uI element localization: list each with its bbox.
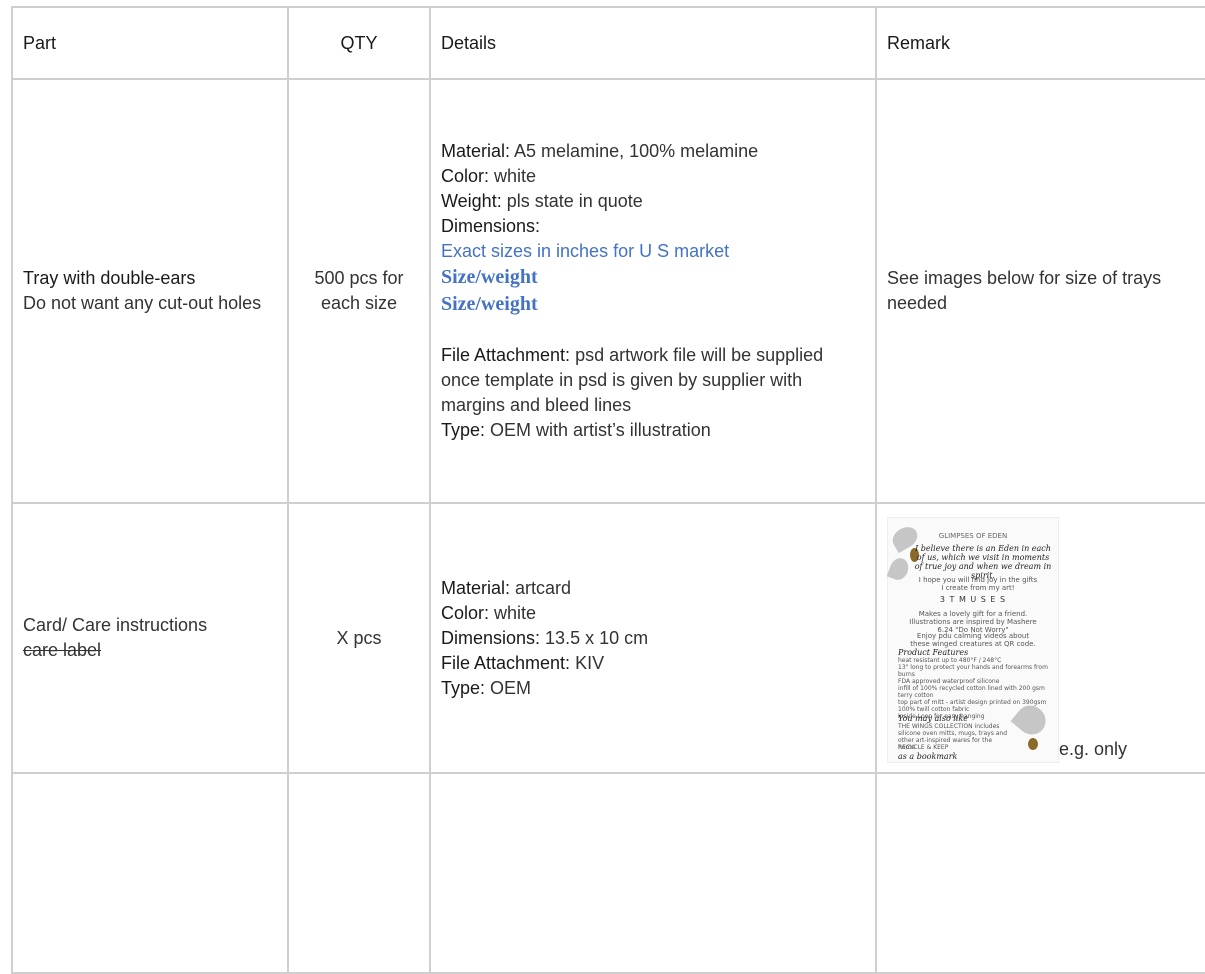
file-value: KIV <box>570 652 605 673</box>
header-qty: QTY <box>287 6 431 80</box>
type-label: Type: <box>441 677 486 698</box>
list-item: FDA approved waterproof silicone <box>898 677 1000 685</box>
list-item: infill of 100% recycled cotton lined wit… <box>898 684 1045 699</box>
type-value: OEM <box>485 677 532 698</box>
header-details: Details <box>429 6 877 80</box>
weight-label: Weight: <box>441 191 502 211</box>
card-also-like: You may also like <box>898 713 969 723</box>
leaf-decoration <box>886 555 912 582</box>
part-cell: Card/ Care instructions care label <box>11 502 289 774</box>
document-page: Part QTY Details Remark Tray with double… <box>0 0 1205 974</box>
card-video: Enjoy pdu calming videos about these win… <box>910 631 1036 648</box>
qty-cell: X pcs <box>287 502 431 774</box>
dimensions-value: 13.5 x 10 cm <box>540 627 649 648</box>
color-label: Color: <box>441 602 490 623</box>
card-quote: I believe there is an Eden in each of us… <box>914 543 1052 580</box>
qty-cell: 500 pcs for each size <box>287 78 431 504</box>
dimensions-label: Dimensions: <box>441 627 541 648</box>
type-label: Type: <box>441 420 486 440</box>
color-value: white <box>489 602 537 623</box>
header-part: Part <box>11 6 289 80</box>
file-label: File Attachment: <box>441 652 571 673</box>
care-card-image: GLIMPSES OF EDEN I believe there is an E… <box>886 516 1059 763</box>
empty-cell <box>11 772 289 974</box>
card-title: GLIMPSES OF EDEN <box>938 531 1008 540</box>
material-label: Material: <box>441 577 511 598</box>
size-weight-1: Size/weight <box>441 266 538 288</box>
card-brand: 3 T M U S E S <box>939 594 1007 604</box>
remark-cell: GLIMPSES OF EDEN I believe there is an E… <box>875 502 1205 774</box>
part-title: Tray with double-ears <box>23 268 196 288</box>
details-cell: Material: A5 melamine, 100% melamine Col… <box>429 78 877 504</box>
list-item: heat resistant up to 480°F / 248°C <box>898 656 1002 664</box>
empty-cell <box>429 772 877 974</box>
table-header-row: Part QTY Details Remark <box>11 6 1205 80</box>
table-row: Card/ Care instructions care label X pcs… <box>11 502 1205 774</box>
part-cell: Tray with double-ears Do not want any cu… <box>11 78 289 504</box>
part-title: Card/ Care instructions <box>23 615 208 635</box>
card-hope: I hope you will find joy in the gifts I … <box>918 575 1038 592</box>
part-strike: care label <box>23 640 102 660</box>
size-weight-2: Size/weight <box>441 293 538 315</box>
specification-table: Part QTY Details Remark Tray with double… <box>11 6 1205 974</box>
sizes-line: Exact sizes in inches for U S market <box>441 241 730 261</box>
weight-value: pls state in quote <box>501 191 643 211</box>
color-label: Color: <box>441 166 490 186</box>
empty-cell <box>287 772 431 974</box>
card-features-title: Product Features <box>898 647 969 657</box>
table-row: Tray with double-ears Do not want any cu… <box>11 78 1205 504</box>
material-value: A5 melamine, 100% melamine <box>510 141 759 161</box>
header-remark: Remark <box>875 6 1205 80</box>
list-item: 13" long to protect your hands and forea… <box>898 663 1048 678</box>
empty-cell <box>875 772 1205 974</box>
material-value: artcard <box>510 577 572 598</box>
remark-note: e.g. only <box>1059 738 1128 759</box>
remark-cell: See images below for size of trays neede… <box>875 78 1205 504</box>
part-note: Do not want any cut-out holes <box>23 293 262 313</box>
dimensions-label: Dimensions: <box>441 216 541 236</box>
material-label: Material: <box>441 141 511 161</box>
type-value: OEM with artist’s illustration <box>485 420 711 440</box>
bird-decoration <box>1028 737 1038 750</box>
card-bookmark: as a bookmark <box>898 751 958 761</box>
card-recycle: RECYCLE & KEEP <box>898 743 949 751</box>
color-value: white <box>489 166 537 186</box>
file-label: File Attachment: <box>441 345 571 365</box>
card-gift: Makes a lovely gift for a friend. Illust… <box>909 609 1037 634</box>
details-cell: Material: artcard Color: white Dimension… <box>429 502 877 774</box>
table-row <box>11 772 1205 974</box>
